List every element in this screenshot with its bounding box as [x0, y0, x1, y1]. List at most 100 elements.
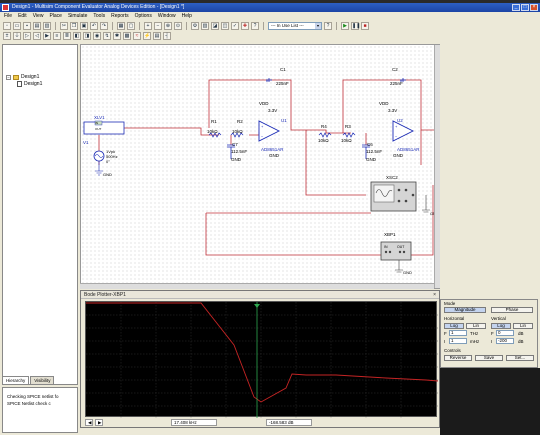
- minimize-button[interactable]: _: [512, 4, 520, 11]
- v1-source[interactable]: V1 1Vpk 500Hz 0° GND: [83, 140, 118, 177]
- canvas-horizontal-scrollbar[interactable]: [80, 283, 434, 289]
- design-sheet-item[interactable]: Design1: [17, 81, 42, 87]
- stop-simulation-button[interactable]: ■: [361, 21, 369, 30]
- c1-capacitor[interactable]: [266, 78, 272, 82]
- reverse-button[interactable]: Reverse: [444, 355, 472, 361]
- misc-icon[interactable]: ✱: [113, 32, 121, 40]
- copy-icon[interactable]: ❐: [70, 21, 78, 30]
- menu-edit[interactable]: Edit: [17, 13, 28, 19]
- menu-options[interactable]: Options: [134, 13, 153, 19]
- transistor-icon[interactable]: ◁: [33, 32, 41, 40]
- xsc2-oscilloscope[interactable]: XSC2 GND: [370, 175, 439, 216]
- in-use-list-dropdown[interactable]: --- In Use List --- ▾: [268, 21, 322, 30]
- save-icon[interactable]: ▪: [23, 21, 31, 30]
- run-simulation-button[interactable]: ▶: [341, 21, 349, 30]
- menu-place[interactable]: Place: [48, 13, 63, 19]
- mixed-icon[interactable]: ◨: [83, 32, 91, 40]
- advanced-peripherals-icon[interactable]: ▩: [123, 32, 131, 40]
- database-icon[interactable]: ▥: [201, 21, 209, 30]
- vertical-lin-button[interactable]: Lin: [513, 323, 533, 329]
- menu-simulate[interactable]: Simulate: [67, 13, 88, 19]
- diode-icon[interactable]: ▷: [23, 32, 31, 40]
- postprocessor-icon[interactable]: ◫: [221, 21, 229, 30]
- h-initial-label: I: [444, 339, 446, 344]
- basic-icon[interactable]: ⏚: [13, 32, 21, 40]
- question-icon[interactable]: ?: [324, 21, 332, 30]
- transfer-icon[interactable]: ✚: [241, 21, 249, 30]
- grapher-icon[interactable]: ◪: [211, 21, 219, 30]
- cursor-marker-icon[interactable]: [254, 304, 260, 308]
- ttl-icon[interactable]: ≡: [53, 32, 61, 40]
- menu-file[interactable]: File: [3, 13, 13, 19]
- magnitude-button[interactable]: Magnitude: [444, 307, 486, 313]
- app-icon: [2, 4, 9, 11]
- undo-icon[interactable]: ↶: [90, 21, 98, 30]
- source-icon[interactable]: ±: [3, 32, 11, 40]
- bus-icon[interactable]: ┤: [163, 32, 171, 40]
- desktop-background: [440, 368, 540, 435]
- power-icon[interactable]: ↯: [103, 32, 111, 40]
- new-file-icon[interactable]: ▫: [3, 21, 11, 30]
- full-screen-icon[interactable]: ▢: [127, 21, 135, 30]
- mode-label: Mode: [444, 301, 456, 306]
- u2-name: U2: [397, 118, 403, 123]
- bode-close-icon[interactable]: ×: [433, 291, 436, 299]
- save-button[interactable]: Save: [475, 355, 503, 361]
- analog-icon[interactable]: ▶: [43, 32, 51, 40]
- phase-button[interactable]: Phase: [491, 307, 533, 313]
- cursor-right-arrow-icon[interactable]: ▶: [95, 419, 103, 426]
- electromechanical-icon[interactable]: ⚡: [143, 32, 151, 40]
- close-button[interactable]: ×: [530, 4, 538, 11]
- schematic-drawing: XLV1 IN OUT V1 1Vpk 500Hz 0° GND R1 10kΩ…: [83, 67, 439, 275]
- horizontal-lin-button[interactable]: Lin: [466, 323, 486, 329]
- c1-value: 225nF: [276, 81, 289, 86]
- rf-icon[interactable]: ≈: [133, 32, 141, 40]
- menu-view[interactable]: View: [32, 13, 45, 19]
- design-root-item[interactable]: − Design1: [6, 74, 39, 80]
- cursor-left-arrow-icon[interactable]: ◀: [85, 419, 93, 426]
- c6-gnd: GND: [366, 157, 377, 162]
- tab-hierarchy[interactable]: Hierarchy: [2, 376, 30, 385]
- indicator-icon[interactable]: ◉: [93, 32, 101, 40]
- tab-visibility[interactable]: Visibility: [30, 376, 55, 385]
- maximize-button[interactable]: □: [521, 4, 529, 11]
- zoom-fit-icon[interactable]: ⊙: [174, 21, 182, 30]
- pause-simulation-button[interactable]: ❚❚: [351, 21, 360, 30]
- print-icon[interactable]: ▤: [33, 21, 41, 30]
- h-final-input[interactable]: 1: [449, 330, 467, 336]
- zoom-out-icon[interactable]: −: [154, 21, 162, 30]
- collapse-icon[interactable]: −: [6, 74, 11, 80]
- bode-plot-screen[interactable]: [85, 301, 438, 418]
- component-wizard-icon[interactable]: ⚙: [191, 21, 199, 30]
- u2-vdd-label: VDD: [379, 101, 389, 106]
- xbp1-bode-plotter-symbol[interactable]: IN OUT XBP1 GND: [380, 232, 412, 275]
- bode-plot-svg: [86, 302, 438, 418]
- xlv1-generator[interactable]: XLV1 IN OUT: [83, 115, 125, 135]
- paste-icon[interactable]: ▣: [80, 21, 88, 30]
- schematic-canvas[interactable]: XLV1 IN OUT V1 1Vpk 500Hz 0° GND R1 10kΩ…: [80, 44, 440, 289]
- menu-window[interactable]: Window: [157, 13, 177, 19]
- hierarchical-block-icon[interactable]: ▤: [153, 32, 161, 40]
- print-preview-icon[interactable]: ▥: [43, 21, 51, 30]
- toggle-grid-icon[interactable]: ▦: [117, 21, 125, 30]
- menu-reports[interactable]: Reports: [110, 13, 130, 19]
- r3-resistor[interactable]: [342, 132, 356, 138]
- zoom-area-icon[interactable]: ⊕: [164, 21, 172, 30]
- erc-icon[interactable]: ✓: [231, 21, 239, 30]
- menu-tools[interactable]: Tools: [92, 13, 106, 19]
- menu-help[interactable]: Help: [181, 13, 193, 19]
- vertical-log-button[interactable]: Log: [491, 323, 511, 329]
- redo-icon[interactable]: ↷: [100, 21, 108, 30]
- open-file-icon[interactable]: ▭: [13, 21, 21, 30]
- zoom-in-icon[interactable]: +: [144, 21, 152, 30]
- set-button[interactable]: Set...: [506, 355, 534, 361]
- v-initial-input[interactable]: -200: [496, 338, 514, 344]
- cut-icon[interactable]: ✂: [60, 21, 68, 30]
- r4-resistor[interactable]: [318, 132, 332, 138]
- help-icon[interactable]: ?: [251, 21, 259, 30]
- h-initial-input[interactable]: 1: [449, 338, 467, 344]
- v-final-input[interactable]: 0: [496, 330, 514, 336]
- horizontal-log-button[interactable]: Log: [444, 323, 464, 329]
- cmos-icon[interactable]: ≣: [63, 32, 71, 40]
- misc-digital-icon[interactable]: ◧: [73, 32, 81, 40]
